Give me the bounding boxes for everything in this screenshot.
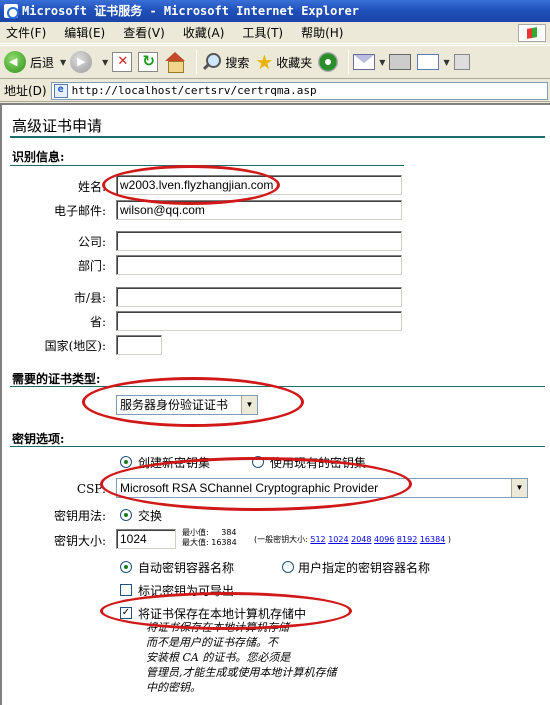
key-usage-label: 密钥用法: [53, 509, 106, 523]
annotation-oval-store-local [100, 592, 352, 630]
min-label: 最小值: [182, 528, 209, 537]
department-field[interactable] [116, 255, 402, 275]
search-button[interactable]: 搜索 [201, 52, 249, 72]
refresh-icon[interactable] [138, 52, 159, 72]
country-label: 国家(地区): [44, 339, 106, 353]
toolbar: 后退 ▼ ▼ 搜索 ★ 收藏夹 ▼ ▼ [0, 45, 550, 79]
media-icon[interactable] [318, 52, 339, 72]
key-size-link-512[interactable]: 512 [310, 535, 325, 544]
store-local-note: 将证书保存在本地计算机存储 而不是用户的证书存储。不 安装根 CA 的证书。您必… [146, 620, 346, 695]
address-url: http://localhost/certsrv/certrqma.asp [71, 84, 317, 97]
menu-help[interactable]: 帮助(H) [301, 24, 343, 41]
page-icon [53, 83, 68, 98]
auto-container-label: 自动密钥容器名称 [138, 561, 235, 575]
key-size-field[interactable]: 1024 [116, 529, 176, 549]
key-options-divider [10, 446, 545, 447]
forward-arrow-icon [70, 51, 93, 73]
key-size-link-1024[interactable]: 1024 [328, 535, 348, 544]
company-label: 公司: [77, 235, 106, 249]
country-field[interactable] [116, 335, 162, 355]
key-usage-exchange-radio[interactable] [120, 509, 132, 521]
user-container-radio[interactable] [282, 561, 294, 573]
key-size-link-2048[interactable]: 2048 [351, 535, 371, 544]
windows-logo-icon [518, 24, 546, 42]
title-divider [10, 136, 545, 138]
user-container-label: 用户指定的密钥容器名称 [298, 561, 431, 575]
address-input[interactable]: http://localhost/certsrv/certrqma.asp [50, 81, 548, 100]
mail-dropdown-icon[interactable]: ▼ [379, 58, 385, 67]
city-label: 市/县: [73, 291, 106, 305]
max-label: 最大值: [182, 538, 209, 547]
menu-favorites[interactable]: 收藏(A) [183, 24, 225, 41]
common-sizes-suffix: ) [447, 535, 451, 544]
company-field[interactable] [116, 231, 402, 251]
key-size-link-4096[interactable]: 4096 [374, 535, 394, 544]
min-value: 384 [221, 528, 237, 537]
mail-icon[interactable] [353, 54, 376, 70]
create-new-keyset-radio[interactable] [120, 456, 132, 468]
note-line: 而不是用户的证书存储。不 [146, 636, 278, 649]
cert-type-heading: 需要的证书类型: [12, 372, 101, 386]
department-label: 部门: [77, 259, 106, 273]
state-field[interactable] [116, 311, 402, 331]
toolbar-separator [348, 50, 350, 74]
identity-heading: 识别信息: [12, 150, 65, 164]
stop-icon[interactable] [112, 52, 133, 72]
key-size-link-8192[interactable]: 8192 [397, 535, 417, 544]
address-label: 地址(D) [4, 84, 47, 98]
chevron-down-icon: ▼ [511, 479, 527, 497]
note-line: 安装根 CA 的证书。您必须是 [146, 651, 291, 664]
state-label: 省: [89, 315, 106, 329]
home-icon[interactable] [164, 52, 186, 73]
back-arrow-icon [4, 51, 26, 73]
exportable-checkbox[interactable] [120, 584, 132, 596]
edit-icon[interactable] [417, 54, 440, 70]
key-usage-exchange-label: 交换 [138, 509, 163, 523]
favorites-label: 收藏夹 [276, 55, 313, 70]
star-icon: ★ [255, 50, 274, 74]
window-titlebar: Microsoft 证书服务 - Microsoft Internet Expl… [0, 0, 550, 22]
address-bar: 地址(D) http://localhost/certsrv/certrqma.… [0, 80, 550, 102]
window-title: Microsoft 证书服务 - Microsoft Internet Expl… [22, 4, 359, 18]
email-label: 电子邮件: [53, 204, 106, 218]
back-label: 后退 [30, 55, 55, 70]
note-line: 中的密钥。 [146, 681, 201, 694]
key-size-limits: 最小值: 384 最大值: 16384 [182, 528, 237, 548]
page-content: 高级证书申请 识别信息: 姓名: w2003.lven.flyzhangjian… [0, 103, 550, 705]
csp-label: CSP: [76, 482, 106, 496]
common-key-sizes: (一般密钥大小: 512 1024 2048 4096 8192 16384 ) [254, 535, 451, 545]
annotation-oval-cert-type [82, 377, 304, 427]
auto-container-radio[interactable] [120, 561, 132, 573]
key-size-link-16384[interactable]: 16384 [420, 535, 445, 544]
forward-button[interactable] [70, 51, 96, 73]
note-line: 管理员,才能生成或使用本地计算机存储 [146, 666, 337, 679]
page-title: 高级证书申请 [12, 117, 103, 135]
favorites-button[interactable]: ★ 收藏夹 [255, 50, 312, 74]
annotation-oval-csp [100, 457, 412, 511]
max-value: 16384 [211, 538, 237, 547]
annotation-oval-name [102, 165, 280, 205]
common-sizes-prefix: (一般密钥大小: [254, 535, 308, 544]
key-options-heading: 密钥选项: [12, 432, 65, 446]
menu-view[interactable]: 查看(V) [123, 24, 165, 41]
discuss-icon[interactable] [453, 54, 470, 70]
forward-dropdown-icon[interactable]: ▼ [102, 58, 108, 67]
back-button[interactable]: 后退 [4, 51, 54, 73]
key-size-label: 密钥大小: [53, 534, 106, 548]
name-label: 姓名: [77, 180, 106, 194]
back-dropdown-icon[interactable]: ▼ [60, 58, 66, 67]
menu-bar: 文件(F) 编辑(E) 查看(V) 收藏(A) 工具(T) 帮助(H) [0, 22, 550, 44]
ie-app-icon [4, 4, 19, 19]
print-icon[interactable] [389, 54, 412, 70]
menu-edit[interactable]: 编辑(E) [64, 24, 105, 41]
edit-dropdown-icon[interactable]: ▼ [443, 58, 449, 67]
search-icon [201, 52, 222, 72]
menu-tools[interactable]: 工具(T) [242, 24, 283, 41]
toolbar-separator [196, 50, 198, 74]
city-field[interactable] [116, 287, 402, 307]
menu-file[interactable]: 文件(F) [6, 24, 46, 41]
search-label: 搜索 [225, 55, 250, 70]
